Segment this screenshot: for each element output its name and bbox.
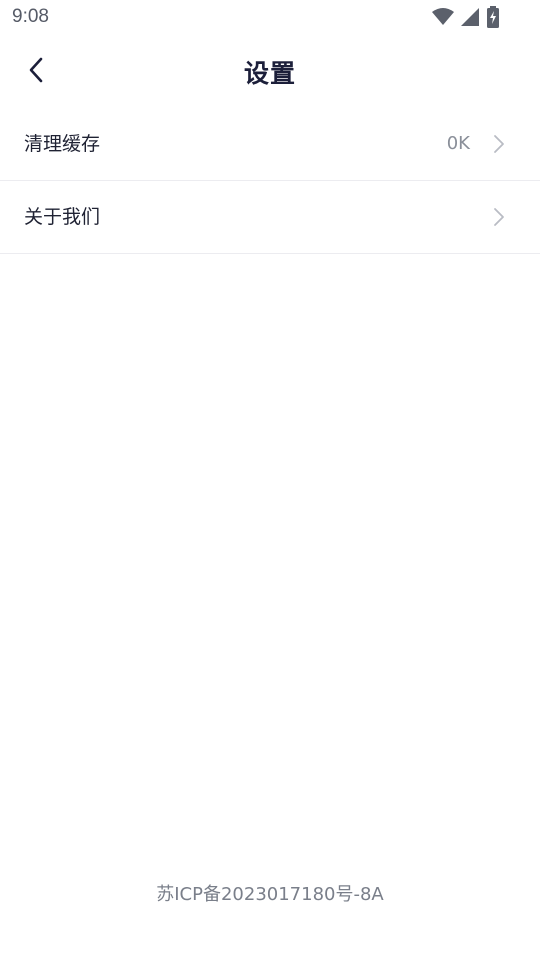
wifi-icon: [432, 8, 454, 26]
signal-icon: [460, 7, 480, 27]
status-icons: [432, 6, 500, 28]
settings-list: 清理缓存 0K 关于我们: [0, 108, 540, 254]
settings-item-label: 清理缓存: [24, 133, 101, 155]
status-time: 9:08: [12, 6, 49, 27]
page-title: 设置: [243, 59, 296, 88]
settings-item-about-us[interactable]: 关于我们: [0, 181, 540, 254]
chevron-right-icon: [492, 207, 506, 227]
settings-item-label: 关于我们: [24, 206, 101, 228]
navigation-bar: 设置: [0, 36, 540, 108]
battery-charging-icon: [486, 6, 500, 28]
icp-license-text: 苏ICP备2023017180号-8A: [156, 884, 384, 905]
status-bar: 9:08: [0, 0, 540, 36]
settings-item-clear-cache[interactable]: 清理缓存 0K: [0, 108, 540, 181]
cache-size-value: 0K: [446, 133, 470, 154]
chevron-right-icon: [492, 134, 506, 154]
